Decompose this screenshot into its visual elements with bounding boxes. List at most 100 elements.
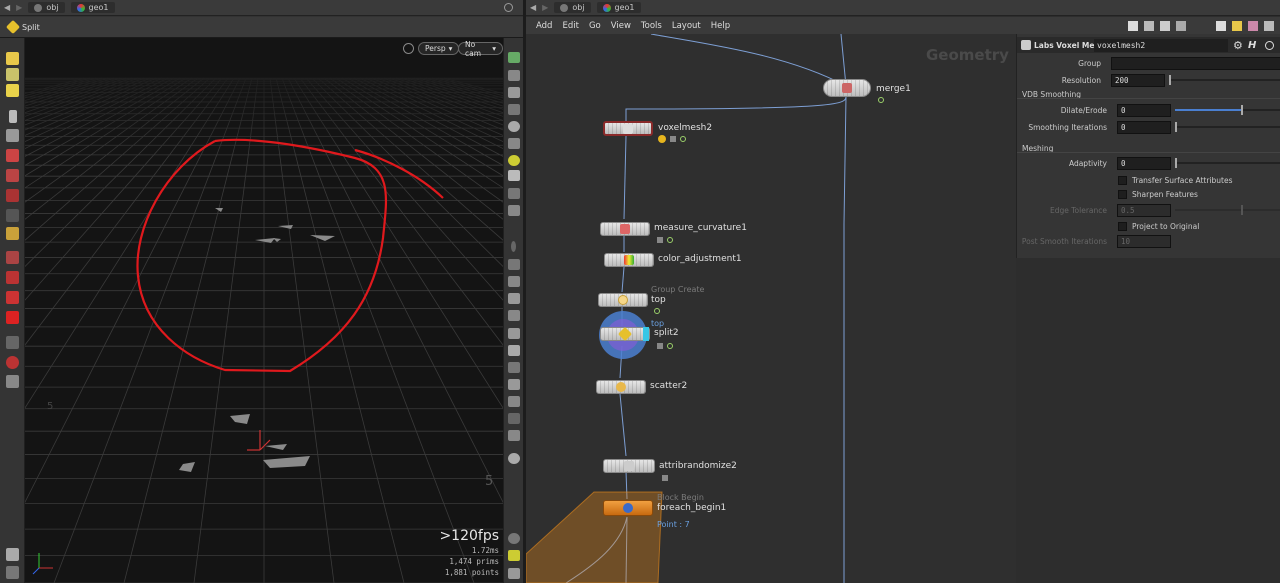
gear-icon[interactable]: ⚙ [1233,39,1243,52]
tree-icon[interactable] [1144,20,1154,31]
forward-arrow-icon[interactable]: ▶ [16,3,22,12]
smoothing-iterations-slider[interactable] [1175,122,1280,132]
menu-help[interactable]: Help [711,21,730,31]
node-top[interactable] [598,293,648,307]
lock-camera-icon[interactable] [403,43,414,54]
node-scatter2[interactable] [596,380,646,394]
text-display-icon[interactable] [508,413,520,424]
uv-icon[interactable] [508,310,520,321]
node-network-editor[interactable]: Geometry merge1 voxelmesh2 measure_curva… [526,34,1016,583]
dilate-slider[interactable] [1175,105,1280,115]
back-arrow-icon[interactable]: ◀ [530,3,536,12]
3d-viewport[interactable]: 5 5 Persp ▾ No cam ▾ >120fps 1.72ms 1,474 … [25,38,503,583]
cook-tool-icon[interactable] [6,375,19,388]
select-edges-icon[interactable] [6,169,19,182]
pin-icon[interactable] [504,3,513,12]
menu-view[interactable]: View [611,21,631,31]
select-tool-icon[interactable] [9,110,17,123]
bbox-icon[interactable] [508,345,520,356]
persp-menu[interactable]: Persp ▾ [418,42,460,55]
dilate-field[interactable]: 0 [1117,103,1171,117]
back-arrow-icon[interactable]: ◀ [4,3,10,12]
bulb-icon[interactable] [508,155,520,166]
prim-nums-icon[interactable] [508,276,520,287]
rotate-tool-icon[interactable] [6,271,19,284]
view-tool-icon[interactable] [6,68,19,81]
pose-tool-icon[interactable] [6,336,19,349]
resolution-field[interactable]: 200 [1111,73,1165,87]
sharpen-features-checkbox[interactable] [1118,189,1127,199]
search-icon[interactable] [1265,40,1274,50]
guide-icon[interactable] [508,430,520,441]
node-attribrandomize2[interactable] [603,459,655,473]
points-display-icon[interactable] [508,188,520,199]
hull-icon[interactable] [508,328,520,339]
node-color-adjustment1[interactable] [604,253,654,267]
transfer-attributes-checkbox[interactable] [1118,175,1127,185]
templates-icon[interactable] [508,396,520,407]
camera-tool-icon[interactable] [6,548,19,561]
point-nums-icon[interactable] [508,293,520,304]
project-to-original-checkbox[interactable] [1118,221,1127,231]
curves-icon[interactable] [508,379,520,390]
lock-tool-icon[interactable] [6,129,19,142]
node-merge1[interactable] [823,79,871,97]
forward-arrow-icon[interactable]: ▶ [542,3,548,12]
edges-icon[interactable] [508,259,520,270]
menu-layout[interactable]: Layout [672,21,701,31]
path-crumb-geo[interactable]: geo1 [596,2,641,13]
ghost-icon[interactable] [508,70,520,81]
adaptivity-field[interactable]: 0 [1117,156,1171,170]
display-icon[interactable] [508,52,520,63]
post-smooth-field[interactable]: 10 [1117,234,1171,248]
menu-add[interactable]: Add [536,21,552,31]
sphere-icon[interactable] [508,121,520,132]
shading-icon[interactable] [508,138,520,149]
vertex-icon[interactable] [511,241,516,252]
smoothing-iterations-field[interactable]: 0 [1117,120,1171,134]
palette-icon[interactable] [1248,20,1258,31]
normals-icon[interactable] [508,205,520,216]
snap-tool-icon[interactable] [6,227,19,240]
bookmark-icon[interactable] [1216,20,1226,31]
node-voxelmesh2[interactable] [603,121,653,136]
lock-icon[interactable] [508,87,520,98]
expand-icon[interactable] [508,568,520,579]
profile-icon[interactable] [508,362,520,373]
scale-tool-icon[interactable] [6,291,19,304]
menu-tools[interactable]: Tools [641,21,662,31]
path-crumb-obj[interactable]: obj [554,2,591,13]
list-icon[interactable] [1176,20,1186,31]
record-tool-icon[interactable] [6,356,19,369]
handle-tool-icon[interactable] [6,52,19,65]
help-icon[interactable]: H [1248,40,1256,51]
menu-go[interactable]: Go [589,21,601,31]
transform-tool-icon[interactable] [6,251,19,264]
node-foreach-begin1[interactable] [603,500,653,516]
camera-menu[interactable]: No cam ▾ [458,40,503,58]
node-name-field[interactable]: voxelmesh2 [1094,38,1228,52]
grid-icon[interactable] [1160,20,1170,31]
magnet-tool-icon[interactable] [6,311,19,324]
resolution-slider[interactable] [1169,75,1280,85]
wrench-icon[interactable] [1128,20,1138,31]
layout-icon[interactable] [508,550,520,561]
path-crumb-geo[interactable]: geo1 [70,2,115,13]
select-prims-icon[interactable] [6,189,19,202]
background-icon[interactable] [508,170,520,181]
pin-view-icon[interactable] [508,453,520,464]
snapshot-icon[interactable] [508,104,520,115]
group-field[interactable] [1111,56,1280,70]
node-measure-curvature1[interactable] [600,222,650,236]
info-icon[interactable] [508,533,520,544]
adaptivity-slider[interactable] [1175,158,1280,168]
light-tool-icon[interactable] [6,84,19,97]
menu-edit[interactable]: Edit [562,21,578,31]
select-groups-icon[interactable] [6,209,19,222]
note-icon[interactable] [1232,20,1242,31]
edge-tolerance-field[interactable]: 0.5 [1117,203,1171,217]
path-crumb-obj[interactable]: obj [28,2,65,13]
edge-tolerance-slider[interactable] [1175,205,1280,215]
shape-icon[interactable] [1264,20,1274,31]
render-tool-icon[interactable] [6,566,19,579]
